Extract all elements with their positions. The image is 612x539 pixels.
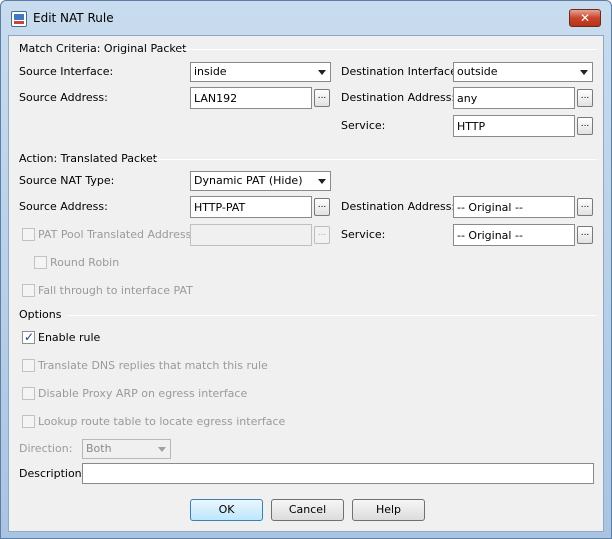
translated-source-address-label: Source Address: <box>19 200 108 213</box>
options-section-title: Options <box>19 308 62 321</box>
source-nat-type-select[interactable]: Dynamic PAT (Hide) <box>190 171 331 191</box>
direction-value: Both <box>86 442 112 455</box>
fall-through-label: Fall through to interface PAT <box>38 284 193 297</box>
source-interface-label: Source Interface: <box>19 65 114 78</box>
destination-interface-select[interactable]: outside <box>453 62 593 82</box>
translated-source-address-browse-button[interactable]: ... <box>314 198 330 216</box>
lookup-route-checkbox[interactable] <box>22 415 35 428</box>
source-interface-value: inside <box>194 65 227 78</box>
section-divider <box>154 159 597 160</box>
section-divider <box>177 49 597 50</box>
chevron-down-icon <box>580 70 588 75</box>
direction-label: Direction: <box>19 442 73 455</box>
round-robin-checkbox[interactable] <box>34 256 47 269</box>
translate-dns-label: Translate DNS replies that match this ru… <box>38 359 268 372</box>
destination-address-input[interactable]: any <box>453 87 575 109</box>
destination-interface-value: outside <box>457 65 498 78</box>
translated-source-address-input[interactable]: HTTP-PAT <box>190 196 312 218</box>
translated-service-input[interactable]: -- Original -- <box>453 224 575 246</box>
pat-pool-checkbox[interactable] <box>22 228 35 241</box>
cancel-button[interactable]: Cancel <box>271 499 344 521</box>
action-section-title: Action: Translated Packet <box>19 152 158 165</box>
destination-address-browse-button[interactable]: ... <box>577 89 593 107</box>
lookup-route-label: Lookup route table to locate egress inte… <box>38 415 286 428</box>
disable-proxy-arp-label: Disable Proxy ARP on egress interface <box>38 387 248 400</box>
pat-pool-input[interactable] <box>190 224 312 246</box>
translated-service-browse-button[interactable]: ... <box>577 226 593 244</box>
title-bar[interactable]: Edit NAT Rule ✕ <box>1 1 611 35</box>
chevron-down-icon <box>158 447 166 452</box>
source-interface-select[interactable]: inside <box>190 62 331 82</box>
edit-nat-rule-dialog: Edit NAT Rule ✕ Match Criteria: Original… <box>0 0 612 539</box>
enable-rule-checkbox[interactable]: ✓ <box>22 330 35 344</box>
match-criteria-section-title: Match Criteria: Original Packet <box>19 42 187 55</box>
chevron-down-icon <box>318 179 326 184</box>
section-divider <box>67 315 597 316</box>
help-button[interactable]: Help <box>352 499 425 521</box>
dialog-title: Edit NAT Rule <box>33 11 114 25</box>
description-label: Description: <box>19 467 86 480</box>
destination-address-label: Destination Address: <box>341 91 456 104</box>
close-button[interactable]: ✕ <box>569 9 601 27</box>
translated-destination-address-browse-button[interactable]: ... <box>577 198 593 216</box>
chevron-down-icon <box>318 70 326 75</box>
round-robin-label: Round Robin <box>50 256 120 269</box>
pat-pool-browse-button[interactable]: ... <box>314 226 330 244</box>
source-address-label: Source Address: <box>19 91 108 104</box>
pat-pool-label: PAT Pool Translated Address: <box>38 228 196 241</box>
service-label: Service: <box>341 119 386 132</box>
source-nat-type-label: Source NAT Type: <box>19 174 115 187</box>
translated-service-label: Service: <box>341 228 386 241</box>
disable-proxy-arp-checkbox[interactable] <box>22 387 35 400</box>
destination-interface-label: Destination Interface: <box>341 65 461 78</box>
app-icon <box>11 11 27 27</box>
enable-rule-label: Enable rule <box>38 331 101 344</box>
fall-through-checkbox[interactable] <box>22 284 35 297</box>
dialog-body: Match Criteria: Original Packet Source I… <box>8 35 604 532</box>
translate-dns-checkbox[interactable] <box>22 359 35 372</box>
translated-destination-address-label: Destination Address: <box>341 200 456 213</box>
service-browse-button[interactable]: ... <box>577 117 593 135</box>
source-address-input[interactable]: LAN192 <box>190 87 312 109</box>
source-nat-type-value: Dynamic PAT (Hide) <box>194 174 303 187</box>
direction-select[interactable]: Both <box>82 439 171 459</box>
ok-button[interactable]: OK <box>190 499 263 521</box>
description-input[interactable] <box>82 463 594 484</box>
source-address-browse-button[interactable]: ... <box>314 89 330 107</box>
service-input[interactable]: HTTP <box>453 115 575 137</box>
translated-destination-address-input[interactable]: -- Original -- <box>453 196 575 218</box>
checkmark-icon: ✓ <box>24 330 35 344</box>
